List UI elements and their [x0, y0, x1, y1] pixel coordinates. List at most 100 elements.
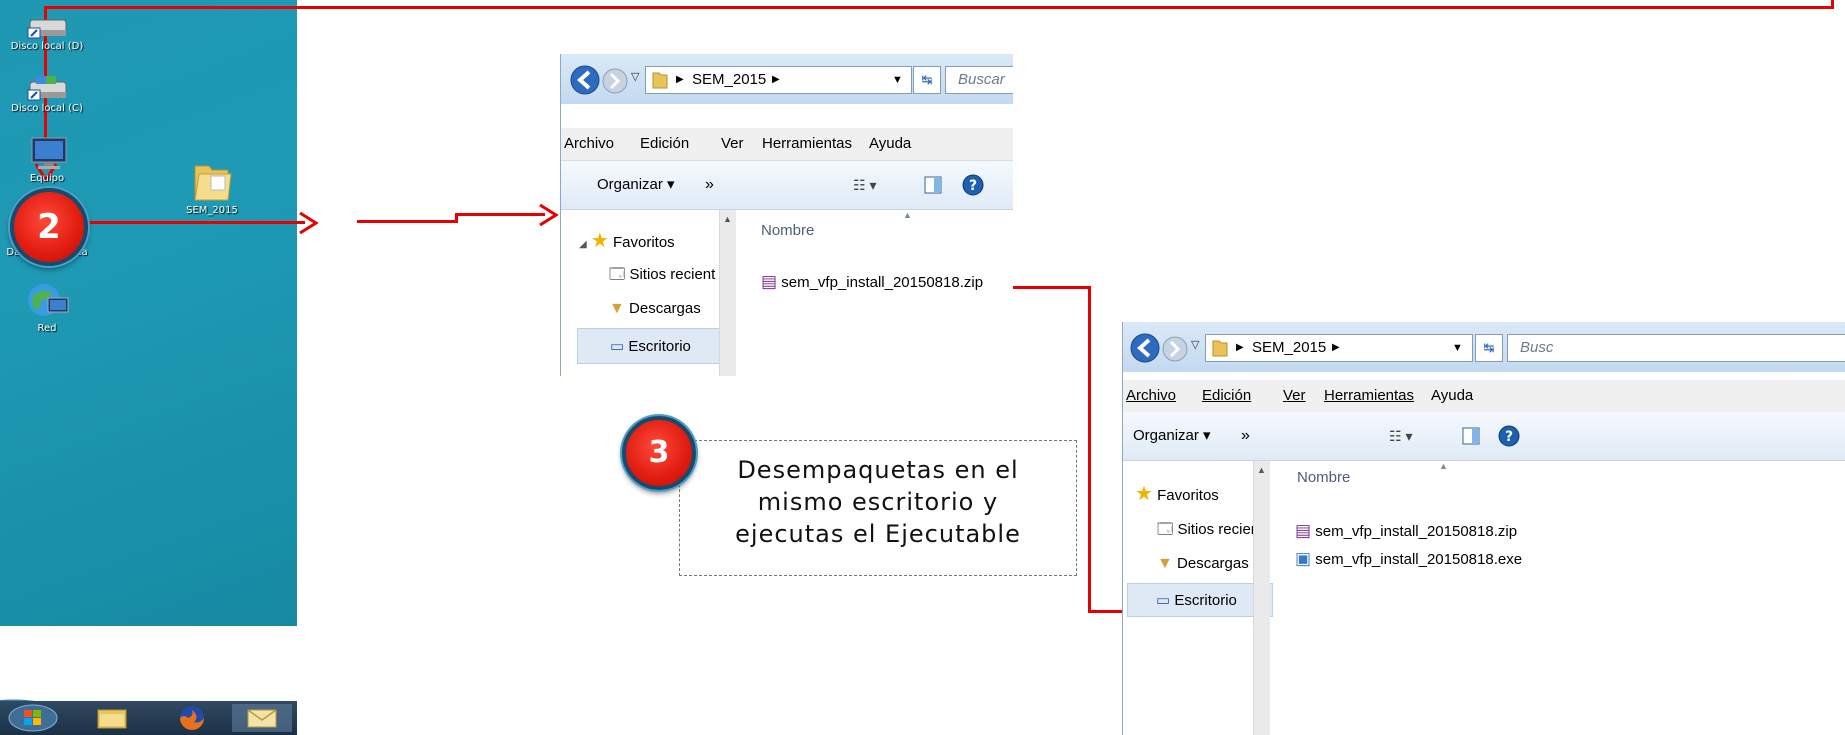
sidebar-item-label: Escritorio: [628, 338, 691, 355]
menu-ayuda[interactable]: Ayuda: [1431, 380, 1473, 412]
downloads-icon: ▼: [609, 300, 625, 317]
menu-edicion[interactable]: Edición: [1202, 380, 1251, 412]
svg-text:?: ?: [969, 178, 977, 194]
downloads-icon: ▼: [1157, 555, 1173, 572]
svg-text:?: ?: [1505, 429, 1513, 445]
navigation-bar: ▽ ▶ SEM_2015 ▶ ▼ ↹ Busc: [1123, 322, 1845, 372]
organize-button[interactable]: Organizar ▾: [597, 161, 675, 209]
desktop-icon-label: SEM_2015: [186, 205, 238, 216]
menu-edicion[interactable]: Edición: [640, 128, 689, 160]
sidebar-item-sitios-recientes[interactable]: 🗔 Sitios recient: [609, 264, 715, 289]
explorer-window-1: ▽ ▶ SEM_2015 ▶ ▼ ↹ Buscar Archivo Edició…: [560, 54, 1013, 376]
more-commands-button[interactable]: »: [705, 161, 714, 209]
organize-button[interactable]: Organizar ▾: [1133, 412, 1211, 460]
step-2-badge: 2: [10, 188, 88, 266]
path-separator-icon: ▶: [1236, 342, 1244, 353]
path-separator-icon: ▶: [772, 74, 780, 85]
search-input[interactable]: Buscar: [945, 66, 1013, 94]
arrow-top-right-drop: [1831, 0, 1834, 9]
path-separator-icon: ▶: [676, 74, 684, 85]
search-input[interactable]: Busc: [1507, 334, 1845, 362]
menu-bar: Archivo Edición Ver Herramientas Ayuda: [561, 128, 1013, 161]
desktop-icon-equipo[interactable]: Equipo: [0, 134, 107, 184]
desktop-icon-label: Disco local (C): [11, 103, 83, 114]
recent-pages-chevron-icon[interactable]: ▽: [1191, 338, 1199, 351]
refresh-button[interactable]: ↹: [1475, 334, 1503, 362]
desktop: Disco local (D) Disco local (C) Equipo D…: [0, 0, 297, 735]
navigation-bar: ▽ ▶ SEM_2015 ▶ ▼ ↹ Buscar: [561, 54, 1013, 104]
sidebar-item-sitios-recientes[interactable]: 🗔 Sitios recient: [1157, 519, 1263, 544]
view-options-icon[interactable]: ☷ ▾: [1389, 412, 1412, 460]
desktop-folder-icon: ▭: [610, 338, 625, 355]
file-row-exe[interactable]: ▣ sem_vfp_install_20150818.exe: [1295, 549, 1522, 569]
menu-ayuda[interactable]: Ayuda: [869, 128, 911, 160]
file-row-zip[interactable]: ▤ sem_vfp_install_20150818.zip: [761, 272, 983, 292]
sidebar-item-label: Descargas: [1177, 555, 1249, 572]
desktop-icon-sem-2015[interactable]: SEM_2015: [152, 160, 272, 216]
sidebar-item-descargas[interactable]: ▼ Descargas: [609, 300, 701, 318]
more-commands-button[interactable]: »: [1241, 412, 1250, 460]
preview-pane-icon[interactable]: [923, 175, 943, 195]
forward-icon[interactable]: [1161, 335, 1189, 363]
sidebar-item-favoritos[interactable]: ◢ ★ Favoritos: [579, 228, 675, 253]
arrow-folder-line-c: [455, 213, 545, 216]
back-icon[interactable]: [1129, 332, 1161, 364]
menu-ver[interactable]: Ver: [1283, 380, 1306, 412]
address-path[interactable]: SEM_2015: [1252, 335, 1326, 361]
file-name: sem_vfp_install_20150818.zip: [1315, 523, 1518, 540]
sidebar-item-escritorio[interactable]: ▭ Escritorio: [1127, 583, 1273, 617]
menu-ver[interactable]: Ver: [721, 128, 744, 160]
navigation-pane: ★ Favoritos 🗔 Sitios recient ▼ Descargas…: [1123, 461, 1273, 735]
view-options-icon[interactable]: ☷ ▾: [853, 161, 876, 209]
column-header-nombre[interactable]: Nombre: [761, 222, 814, 239]
step-3-badge: 3: [622, 416, 696, 490]
sidebar-item-label: Sitios recient: [629, 266, 716, 283]
help-icon[interactable]: ?: [961, 173, 985, 197]
sidebar-scrollbar[interactable]: ▲: [1253, 461, 1270, 735]
sidebar-item-descargas[interactable]: ▼ Descargas: [1157, 555, 1249, 573]
folder-icon: [1212, 340, 1228, 357]
command-bar: Organizar ▾ » ☷ ▾ ?: [561, 161, 1013, 210]
back-icon[interactable]: [569, 64, 601, 96]
file-row-zip[interactable]: ▤ sem_vfp_install_20150818.zip: [1295, 521, 1517, 541]
file-name: sem_vfp_install_20150818.exe: [1315, 551, 1523, 568]
winrar-archive-icon: ▤: [761, 272, 778, 291]
path-separator-icon: ▶: [1332, 342, 1340, 353]
desktop-icon-disco-d[interactable]: Disco local (D): [0, 14, 107, 52]
address-bar[interactable]: ▶ SEM_2015 ▶ ▼: [1205, 334, 1473, 362]
folder-icon: [652, 72, 668, 89]
forward-icon[interactable]: [601, 67, 629, 95]
column-header-nombre[interactable]: Nombre: [1297, 469, 1350, 486]
sidebar-item-label: Favoritos: [1157, 487, 1219, 504]
expand-arrow-icon: ◢: [579, 239, 587, 250]
callout-line: mismo escritorio y: [757, 488, 999, 516]
menu-herramientas[interactable]: Herramientas: [1324, 380, 1414, 412]
sidebar-item-label: Favoritos: [612, 234, 675, 251]
menu-archivo[interactable]: Archivo: [1126, 380, 1176, 412]
help-icon[interactable]: ?: [1497, 424, 1521, 448]
menu-archivo[interactable]: Archivo: [564, 128, 614, 160]
refresh-button[interactable]: ↹: [913, 66, 941, 94]
sidebar-item-escritorio[interactable]: ▭ Escritorio: [577, 328, 735, 364]
scroll-up-icon[interactable]: ▲: [1257, 465, 1266, 475]
arrow-folder-line-a: [357, 220, 457, 223]
sidebar-scrollbar[interactable]: ▲: [719, 210, 736, 376]
menu-herramientas[interactable]: Herramientas: [762, 128, 852, 160]
file-list: ▲ Nombre ▤ sem_vfp_install_20150818.zip: [737, 210, 1013, 376]
desktop-icon-red[interactable]: Red: [0, 280, 107, 334]
callout-line: Desempaquetas en el: [737, 456, 1019, 484]
address-dropdown-icon[interactable]: ▼: [892, 67, 903, 93]
drive-icon: [27, 19, 67, 39]
sidebar-item-favoritos[interactable]: ★ Favoritos: [1135, 481, 1219, 506]
scroll-up-icon[interactable]: ▲: [723, 214, 732, 224]
arrow-top-line: [44, 6, 1834, 9]
address-path[interactable]: SEM_2015: [692, 67, 766, 93]
recent-pages-chevron-icon[interactable]: ▽: [631, 70, 639, 83]
address-bar[interactable]: ▶ SEM_2015 ▶ ▼: [645, 66, 912, 94]
address-dropdown-icon[interactable]: ▼: [1452, 335, 1463, 361]
preview-pane-icon[interactable]: [1461, 426, 1481, 446]
arrow-head-right: [539, 203, 559, 227]
file-name: sem_vfp_install_20150818.zip: [781, 274, 984, 291]
desktop-icon-disco-c[interactable]: Disco local (C): [0, 76, 107, 114]
drive-icon: [27, 76, 67, 101]
